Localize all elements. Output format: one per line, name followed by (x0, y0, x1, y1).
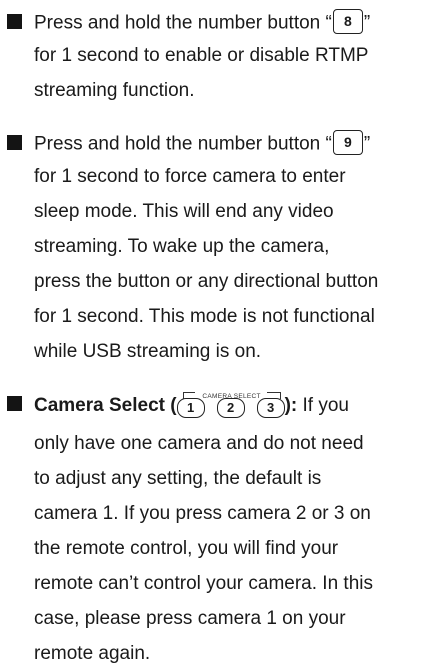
item-line: Press and hold the number button “8” (34, 9, 370, 36)
item-line: Press and hold the number button “9” (34, 130, 370, 157)
item-line: the remote control, you will find your (34, 538, 339, 559)
camera-select-title: Camera Select ( (34, 395, 177, 417)
square-bullet-icon (7, 135, 22, 150)
item-line: press the button or any directional butt… (34, 271, 379, 292)
item-line: camera 1. If you press camera 2 or 3 on (34, 503, 371, 524)
square-bullet-icon (7, 396, 22, 411)
item-line: sleep mode. This will end any video (34, 201, 334, 222)
item-line: remote again. (34, 643, 151, 664)
camera-3-button: 3 (256, 398, 285, 418)
item-line: while USB streaming is on. (34, 341, 262, 362)
item-line: remote can’t control your camera. In thi… (34, 573, 373, 594)
item-line: for 1 second to force camera to enter (34, 166, 346, 187)
item-line: to adjust any setting, the default is (34, 468, 322, 489)
item-line: Camera Select ( CAMERA SELECT 1 2 3 ): I… (34, 389, 349, 421)
item-line: only have one camera and do not need (34, 433, 364, 454)
item-line: case, please press camera 1 on your (34, 608, 346, 629)
item-line: for 1 second. This mode is not functiona… (34, 306, 375, 327)
item-line: for 1 second to enable or disable RTMP (34, 45, 369, 66)
square-bullet-icon (7, 14, 22, 29)
number-9-key: 9 (332, 130, 363, 155)
camera-2-button: 2 (216, 398, 245, 418)
item-line: streaming. To wake up the camera, (34, 236, 330, 257)
item-line: streaming function. (34, 80, 195, 101)
number-8-key: 8 (332, 9, 363, 34)
camera-select-buttons: CAMERA SELECT 1 2 3 (176, 389, 285, 419)
camera-1-button: 1 (176, 398, 205, 418)
